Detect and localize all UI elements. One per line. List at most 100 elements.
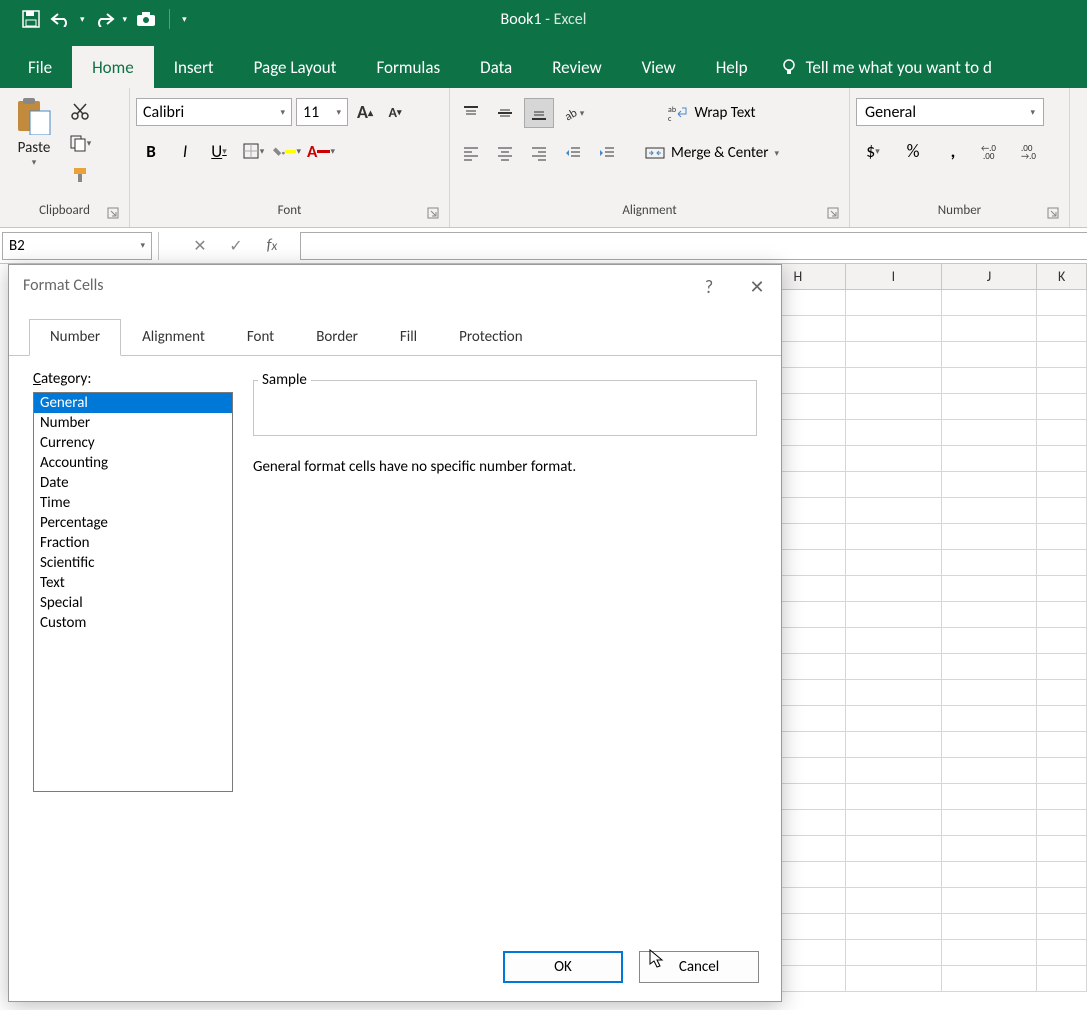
font-color-button[interactable]: A▾ <box>306 136 336 166</box>
camera-icon[interactable] <box>135 8 157 30</box>
cell[interactable] <box>846 888 942 914</box>
alignment-launcher-icon[interactable] <box>827 207 841 221</box>
tab-data[interactable]: Data <box>460 46 532 88</box>
cell[interactable] <box>846 316 942 342</box>
italic-button[interactable]: I <box>170 136 200 166</box>
orientation-button[interactable]: ab▾ <box>558 98 588 128</box>
cell[interactable] <box>846 420 942 446</box>
cell[interactable] <box>1037 862 1087 888</box>
decrease-indent-button[interactable] <box>558 138 588 168</box>
cell[interactable] <box>942 342 1038 368</box>
category-item[interactable]: Scientific <box>34 553 232 573</box>
format-painter-button[interactable] <box>66 162 94 188</box>
decrease-decimal-button[interactable]: .00→.0 <box>1016 136 1050 166</box>
cell[interactable] <box>846 940 942 966</box>
cell[interactable] <box>1037 420 1087 446</box>
tab-alignment[interactable]: Alignment <box>121 319 226 355</box>
cell[interactable] <box>846 368 942 394</box>
cell[interactable] <box>1037 550 1087 576</box>
cell[interactable] <box>942 940 1038 966</box>
tab-review[interactable]: Review <box>532 46 621 88</box>
align-left-button[interactable] <box>456 138 486 168</box>
cell[interactable] <box>1037 914 1087 940</box>
cell[interactable] <box>1037 316 1087 342</box>
tab-border[interactable]: Border <box>295 319 379 355</box>
cell[interactable] <box>846 654 942 680</box>
cell[interactable] <box>1037 576 1087 602</box>
cell[interactable] <box>942 472 1038 498</box>
bold-button[interactable]: B <box>136 136 166 166</box>
paste-dropdown-icon[interactable]: ▾ <box>32 157 37 168</box>
cell[interactable] <box>846 498 942 524</box>
cell[interactable] <box>942 550 1038 576</box>
cell[interactable] <box>942 784 1038 810</box>
enter-formula-button[interactable]: ✓ <box>224 234 248 258</box>
cell[interactable] <box>846 576 942 602</box>
cell[interactable] <box>846 680 942 706</box>
align-right-button[interactable] <box>524 138 554 168</box>
undo-icon[interactable] <box>50 8 72 30</box>
cell[interactable] <box>942 758 1038 784</box>
cell[interactable] <box>942 628 1038 654</box>
cell[interactable] <box>846 966 942 992</box>
cell[interactable] <box>1037 940 1087 966</box>
cancel-button[interactable]: Cancel <box>639 951 759 983</box>
cell[interactable] <box>846 732 942 758</box>
percent-button[interactable]: % <box>896 136 930 166</box>
tab-view[interactable]: View <box>622 46 696 88</box>
category-item[interactable]: Text <box>34 573 232 593</box>
cell[interactable] <box>1037 784 1087 810</box>
paste-button[interactable]: Paste ▾ <box>6 92 62 169</box>
tab-number[interactable]: Number <box>29 319 121 356</box>
cell[interactable] <box>1037 472 1087 498</box>
cell[interactable] <box>942 368 1038 394</box>
align-top-button[interactable] <box>456 98 486 128</box>
tell-me-search[interactable]: Tell me what you want to d <box>768 46 1004 88</box>
category-item[interactable]: Custom <box>34 613 232 633</box>
column-header[interactable]: K <box>1037 264 1087 290</box>
cut-button[interactable] <box>66 98 94 124</box>
cell[interactable] <box>1037 342 1087 368</box>
tab-formulas[interactable]: Formulas <box>356 46 460 88</box>
cell[interactable] <box>1037 446 1087 472</box>
cell[interactable] <box>846 602 942 628</box>
number-format-select[interactable]: General ▾ <box>856 98 1044 126</box>
comma-style-button[interactable]: , <box>936 136 970 166</box>
cell[interactable] <box>942 290 1038 316</box>
increase-font-button[interactable]: A▴ <box>352 99 378 125</box>
cell[interactable] <box>1037 706 1087 732</box>
qat-customize-icon[interactable]: ▾ <box>182 14 187 25</box>
cell[interactable] <box>846 550 942 576</box>
save-icon[interactable] <box>20 8 42 30</box>
cell[interactable] <box>846 290 942 316</box>
cell[interactable] <box>1037 394 1087 420</box>
cell[interactable] <box>846 628 942 654</box>
ok-button[interactable]: OK <box>503 951 623 983</box>
cell[interactable] <box>942 914 1038 940</box>
tab-font[interactable]: Font <box>226 319 295 355</box>
category-item[interactable]: Date <box>34 473 232 493</box>
wrap-text-button[interactable]: abc Wrap Text <box>638 98 786 128</box>
cell[interactable] <box>1037 602 1087 628</box>
number-launcher-icon[interactable] <box>1047 207 1061 221</box>
cell[interactable] <box>942 446 1038 472</box>
tab-page-layout[interactable]: Page Layout <box>234 46 357 88</box>
font-name-select[interactable]: Calibri▾ <box>136 98 292 126</box>
copy-button[interactable]: ▾ <box>66 130 94 156</box>
cell[interactable] <box>942 394 1038 420</box>
increase-indent-button[interactable] <box>592 138 622 168</box>
currency-button[interactable]: $ ▾ <box>856 136 890 166</box>
cell[interactable] <box>1037 810 1087 836</box>
category-item[interactable]: Fraction <box>34 533 232 553</box>
cell[interactable] <box>846 394 942 420</box>
cell[interactable] <box>846 342 942 368</box>
fill-color-button[interactable]: ▾ <box>272 136 302 166</box>
category-item[interactable]: Number <box>34 413 232 433</box>
cell[interactable] <box>846 810 942 836</box>
clipboard-launcher-icon[interactable] <box>107 207 121 221</box>
category-item[interactable]: Accounting <box>34 453 232 473</box>
cell[interactable] <box>942 966 1038 992</box>
cell[interactable] <box>1037 628 1087 654</box>
cell[interactable] <box>846 862 942 888</box>
close-button[interactable]: ✕ <box>743 273 771 301</box>
